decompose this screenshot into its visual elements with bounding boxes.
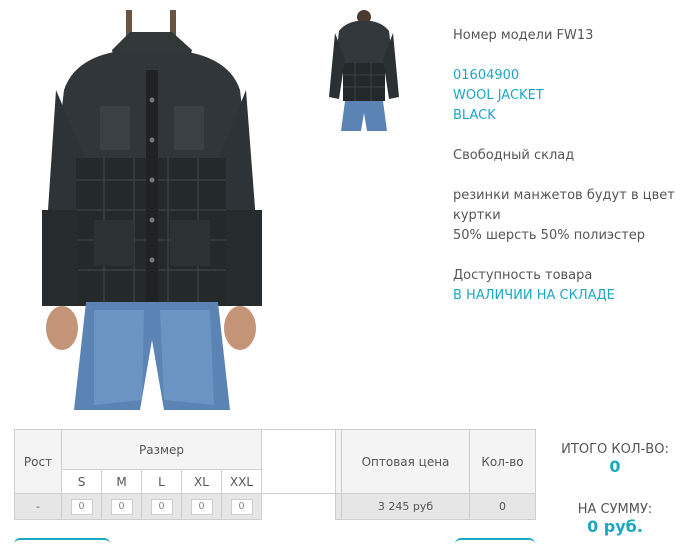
right-action-button[interactable] xyxy=(455,538,535,546)
model-number: Номер модели FW13 xyxy=(453,28,594,43)
size-s: S xyxy=(61,469,102,494)
total-sum-label: НА СУММУ: xyxy=(577,502,653,517)
table-spacer-value xyxy=(261,493,336,520)
order-table: Рост Размер Оптовая цена Кол-во S M L XL… xyxy=(14,429,536,520)
qty-cell-s: 0 xyxy=(61,493,102,520)
product-color: BLACK xyxy=(453,108,496,123)
product-info: Номер модели FW13 01604900 WOOL JACKET B… xyxy=(453,26,678,306)
availability-status: В НАЛИЧИИ НА СКЛАДЕ xyxy=(453,288,615,303)
size-header: Размер xyxy=(61,429,262,470)
description-line-2: куртки xyxy=(453,208,501,223)
total-sum-value: 0 руб. xyxy=(587,517,643,536)
product-code: 01604900 xyxy=(453,68,520,83)
size-xxl: XXL xyxy=(221,469,262,494)
size-l: L xyxy=(141,469,182,494)
size-xl: XL xyxy=(181,469,222,494)
left-action-button[interactable] xyxy=(14,538,110,546)
qty-input-m[interactable]: 0 xyxy=(110,498,133,515)
product-main-image[interactable] xyxy=(34,10,268,410)
qty-header: Кол-во xyxy=(469,429,536,494)
availability-label: Доступность товара xyxy=(453,268,593,283)
price-value: 3 245 руб xyxy=(341,493,470,520)
qty-cell-m: 0 xyxy=(101,493,142,520)
product-name: WOOL JACKET xyxy=(453,88,544,103)
total-count-value: 0 xyxy=(609,457,621,476)
qty-input-xxl[interactable]: 0 xyxy=(230,498,253,515)
qty-input-l[interactable]: 0 xyxy=(150,498,173,515)
product-thumbnail-image[interactable] xyxy=(327,9,401,131)
price-header: Оптовая цена xyxy=(341,429,470,494)
table-spacer xyxy=(261,429,336,494)
qty-total-value: 0 xyxy=(469,493,536,520)
stock-type: Свободный склад xyxy=(453,148,575,163)
qty-input-s[interactable]: 0 xyxy=(70,498,93,515)
qty-cell-xxl: 0 xyxy=(221,493,262,520)
qty-input-xl[interactable]: 0 xyxy=(190,498,213,515)
qty-cell-l: 0 xyxy=(141,493,182,520)
height-value: - xyxy=(14,493,62,520)
qty-cell-xl: 0 xyxy=(181,493,222,520)
total-sum: НА СУММУ: 0 руб. xyxy=(545,502,685,536)
height-header: Рост xyxy=(14,429,62,494)
composition: 50% шерсть 50% полиэстер xyxy=(453,228,646,243)
total-count-label: ИТОГО КОЛ-ВО: xyxy=(561,442,669,457)
description-line-1: резинки манжетов будут в цвет xyxy=(453,188,675,203)
total-count: ИТОГО КОЛ-ВО: 0 xyxy=(545,442,685,476)
size-m: M xyxy=(101,469,142,494)
